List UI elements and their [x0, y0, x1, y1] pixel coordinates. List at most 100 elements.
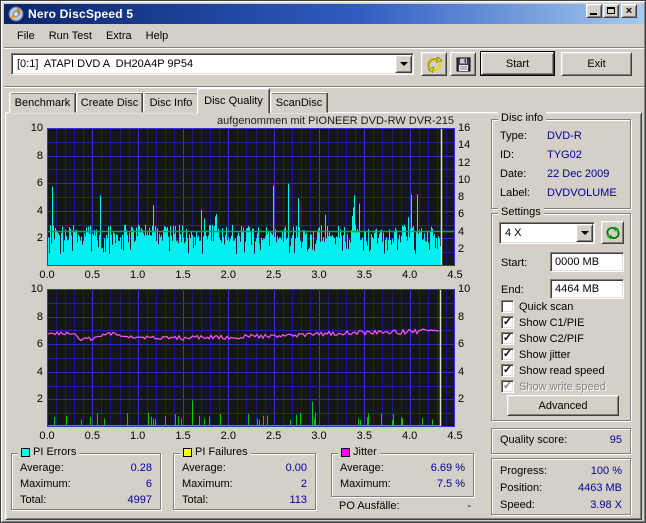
- x-tick-label: 1.5: [175, 430, 190, 442]
- y-tick-label: 10: [458, 174, 482, 186]
- start-position-field[interactable]: 0000 MB: [550, 252, 624, 272]
- x-tick-label: 4.0: [402, 430, 417, 442]
- checkbox-show-c1-pie[interactable]: ✓Show C1/PIE: [501, 316, 584, 329]
- position-label: Position:: [500, 482, 542, 494]
- checkbox-show-read-speed[interactable]: ✓ Show read speed: [501, 364, 605, 377]
- checkbox-icon: ✓: [501, 332, 514, 345]
- minimize-icon: [590, 13, 597, 15]
- maximize-button[interactable]: [603, 4, 619, 18]
- progress-box: Progress:100 % Position:4463 MB Speed:3.…: [491, 458, 631, 515]
- disc-date-value: 22 Dec 2009: [547, 168, 609, 180]
- y-tick-label: 6: [19, 338, 43, 350]
- x-tick-label: 3.5: [357, 269, 372, 281]
- start-button[interactable]: Start: [480, 51, 555, 76]
- checkbox-show-c2-pif[interactable]: ✓Show C2/PIF: [501, 332, 584, 345]
- close-button[interactable]: ×: [621, 4, 637, 18]
- y-tick-label: 6: [458, 208, 482, 220]
- total-label: Total:: [182, 494, 208, 506]
- disc-info-group: Disc info Type:DVD-R ID:TYG02 Date:22 De…: [491, 119, 631, 209]
- x-tick-label: 0.5: [85, 269, 100, 281]
- speed-selector[interactable]: 4 X: [499, 222, 595, 244]
- pif-jitter-chart: [47, 289, 455, 427]
- y-tick-label: 16: [458, 122, 482, 134]
- exit-button[interactable]: Exit: [561, 52, 632, 76]
- x-tick-label: 1.0: [130, 430, 145, 442]
- avg-value: 0.00: [286, 462, 307, 474]
- close-icon: ×: [626, 5, 632, 17]
- jitter-color-swatch: [341, 448, 350, 457]
- total-value: 113: [289, 494, 307, 506]
- y-tick-label: 4: [458, 366, 482, 378]
- pie-errors-chart: [47, 128, 455, 266]
- x-tick-label: 2.5: [266, 430, 281, 442]
- tab-create-disc[interactable]: Create Disc: [76, 92, 143, 113]
- drive-selector-value: [0:1] ATAPI DVD A DH20A4P 9P54: [12, 58, 395, 70]
- eject-button[interactable]: [421, 52, 447, 76]
- advanced-button-label: Advanced: [539, 400, 588, 412]
- y-tick-label: 4: [19, 205, 43, 217]
- disc-type-label: Type:: [500, 130, 527, 142]
- speed-selector-dropdown-button[interactable]: [576, 224, 593, 242]
- x-tick-label: 3.5: [357, 430, 372, 442]
- window-title: Nero DiscSpeed 5: [28, 7, 133, 21]
- menu-file[interactable]: File: [10, 28, 42, 44]
- advanced-button[interactable]: Advanced: [507, 395, 619, 416]
- checkbox-label: Quick scan: [519, 301, 573, 313]
- start-button-label: Start: [481, 52, 554, 75]
- checkbox-icon: [501, 300, 514, 313]
- end-position-field[interactable]: 4464 MB: [550, 279, 624, 299]
- drive-selector[interactable]: [0:1] ATAPI DVD A DH20A4P 9P54: [11, 53, 414, 75]
- exit-button-label: Exit: [587, 58, 605, 70]
- x-tick-label: 0.0: [39, 269, 54, 281]
- checkbox-icon: ✓: [501, 380, 514, 393]
- save-button[interactable]: [450, 52, 476, 76]
- x-tick-label: 4.0: [402, 269, 417, 281]
- menu-bar: File Run Test Extra Help: [4, 25, 644, 46]
- maximize-icon: [607, 7, 615, 14]
- menu-separator: [4, 47, 644, 49]
- speed-selector-value: 4 X: [500, 227, 576, 239]
- drive-selector-dropdown-button[interactable]: [395, 55, 412, 73]
- disc-id-label: ID:: [500, 149, 514, 161]
- max-value: 7.5 %: [437, 478, 465, 490]
- menu-extra[interactable]: Extra: [99, 28, 139, 44]
- minimize-button[interactable]: [586, 4, 602, 18]
- tab-disc-info[interactable]: Disc Info: [143, 92, 199, 113]
- menu-run-test[interactable]: Run Test: [42, 28, 99, 44]
- y-tick-label: 12: [458, 157, 482, 169]
- tab-disc-quality[interactable]: Disc Quality: [197, 88, 270, 114]
- pi-errors-title: PI Errors: [33, 446, 76, 458]
- start-position-value: 0000 MB: [555, 256, 599, 268]
- y-tick-label: 6: [19, 177, 43, 189]
- checkbox-icon: ✓: [501, 364, 514, 377]
- checkbox-quick-scan[interactable]: Quick scan: [501, 300, 573, 313]
- jitter-title: Jitter: [353, 446, 377, 458]
- pi-failures-legend: PI Failures: [180, 446, 251, 458]
- tab-scandisc[interactable]: ScanDisc: [270, 92, 328, 113]
- refresh-button[interactable]: [601, 221, 624, 244]
- avg-label: Average:: [182, 462, 226, 474]
- x-tick-label: 0.0: [39, 430, 54, 442]
- y-tick-label: 10: [19, 283, 43, 295]
- y-tick-label: 6: [458, 338, 482, 350]
- tab-benchmark[interactable]: Benchmark: [9, 92, 76, 113]
- checkbox-label: Show read speed: [519, 365, 605, 377]
- disc-label-label: Label:: [500, 187, 530, 199]
- menu-help[interactable]: Help: [139, 28, 176, 44]
- x-tick-label: 2.5: [266, 269, 281, 281]
- chart1-left-axis: 108642: [19, 128, 43, 278]
- x-tick-label: 1.0: [130, 269, 145, 281]
- progress-label: Progress:: [500, 465, 547, 477]
- position-value: 4463 MB: [578, 482, 622, 494]
- quality-score-value: 95: [610, 434, 622, 446]
- checkbox-show-jitter[interactable]: ✓Show jitter: [501, 348, 570, 361]
- settings-title: Settings: [498, 206, 544, 218]
- y-tick-label: 4: [19, 366, 43, 378]
- chart1-x-axis: 0.00.51.01.52.02.53.03.54.04.5: [47, 269, 455, 281]
- checkbox-icon: ✓: [501, 348, 514, 361]
- avg-value: 6.69 %: [431, 462, 465, 474]
- disc-date-label: Date:: [500, 168, 526, 180]
- x-tick-label: 1.5: [175, 269, 190, 281]
- avg-label: Average:: [20, 462, 64, 474]
- floppy-disk-icon: [456, 57, 471, 72]
